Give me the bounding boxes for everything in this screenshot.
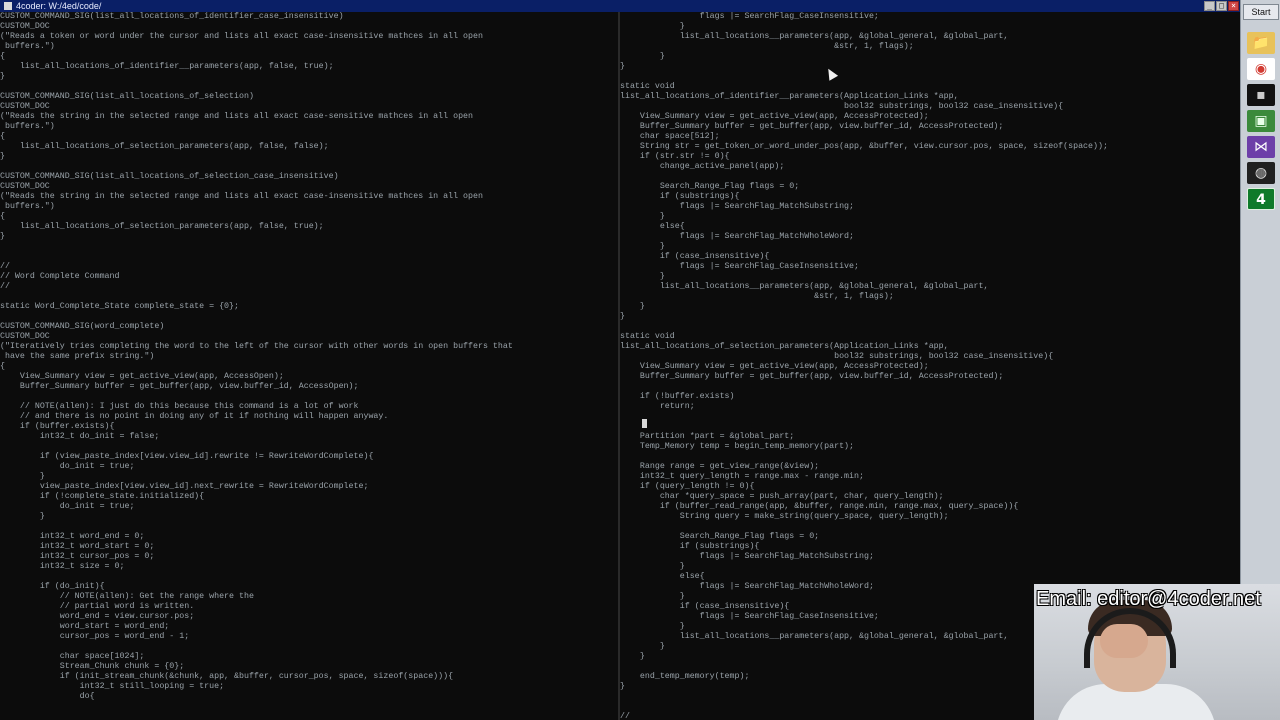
maximize-button[interactable]: □ xyxy=(1216,1,1227,11)
start-button[interactable]: Start xyxy=(1243,4,1279,20)
text-cursor xyxy=(642,419,647,428)
person-hand xyxy=(1100,624,1148,658)
file-explorer-icon[interactable]: 📁 xyxy=(1247,32,1275,54)
terminal-icon[interactable]: ▪ xyxy=(1247,84,1275,106)
app-icon[interactable]: ▣ xyxy=(1247,110,1275,132)
left-editor-panel[interactable]: CUSTOM_COMMAND_SIG(list_all_locations_of… xyxy=(0,12,620,720)
4coder-icon[interactable]: 4 xyxy=(1247,188,1275,210)
window-title: 4coder: W:/4ed/code/ xyxy=(16,1,102,11)
close-button[interactable]: × xyxy=(1228,1,1239,11)
email-overlay-text: Email: editor@4coder.net xyxy=(1036,588,1261,610)
app-logo-icon xyxy=(4,2,12,10)
window-titlebar: 4coder: W:/4ed/code/ xyxy=(0,0,1240,12)
obs-icon[interactable]: ◍ xyxy=(1247,162,1275,184)
visual-studio-icon[interactable]: ⋈ xyxy=(1247,136,1275,158)
left-code-buffer[interactable]: CUSTOM_COMMAND_SIG(list_all_locations_of… xyxy=(0,12,618,702)
minimize-button[interactable]: _ xyxy=(1204,1,1215,11)
chrome-icon[interactable]: ◉ xyxy=(1247,58,1275,80)
